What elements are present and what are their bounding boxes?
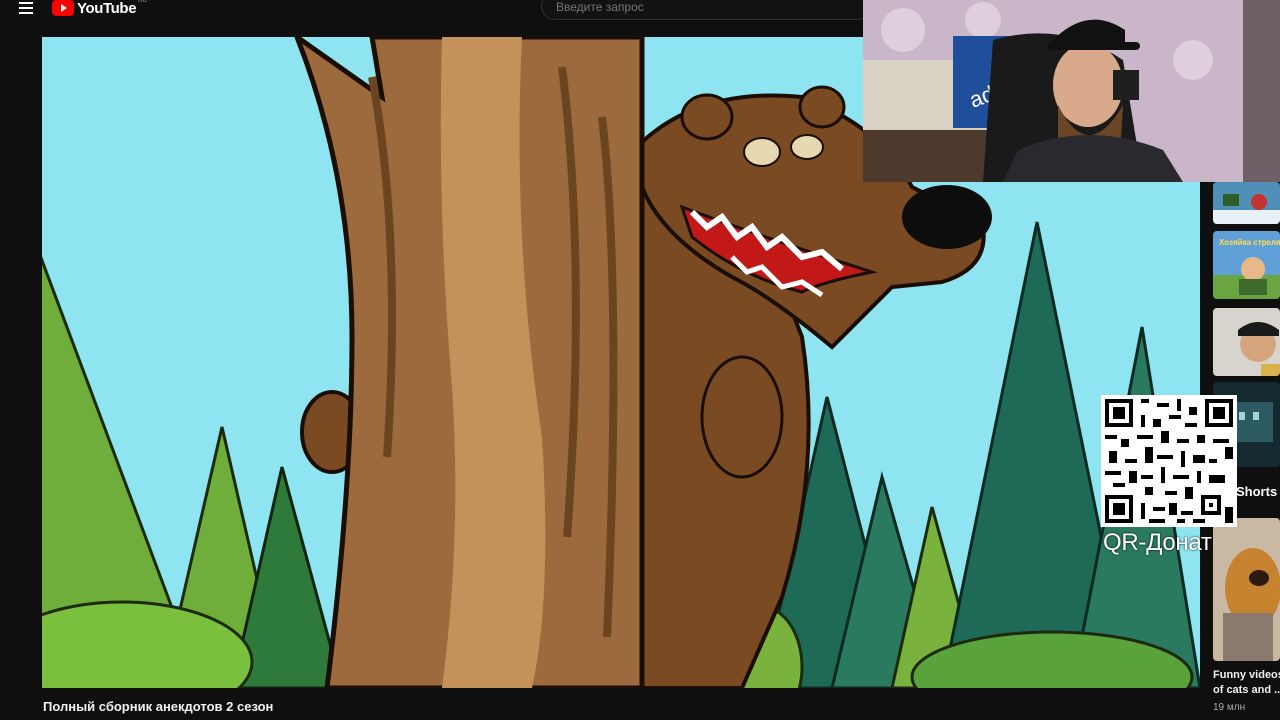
logo-region: RU [138, 0, 147, 4]
youtube-logo[interactable]: YouTube RU [52, 0, 147, 17]
shorts-thumb[interactable] [1213, 518, 1280, 661]
sidebar-thumb-2[interactable]: Хозяйка стреляет [1213, 231, 1280, 299]
qr-code [1101, 395, 1237, 527]
webcam-overlay: adidas [863, 0, 1280, 182]
search-input[interactable] [554, 0, 858, 15]
sidebar-thumb-3[interactable] [1213, 308, 1280, 376]
thumb-caption: Хозяйка стреляет [1219, 238, 1280, 247]
sidebar-title-line-1: Funny videos [1213, 669, 1280, 681]
sidebar-thumb-1[interactable] [1213, 182, 1280, 224]
search-box[interactable] [541, 0, 871, 20]
sidebar-title-line-2: of cats and ... [1213, 684, 1280, 696]
logo-text: YouTube [77, 0, 137, 17]
hamburger-menu-icon[interactable] [19, 1, 35, 15]
youtube-play-icon [52, 0, 74, 16]
sidebar-view-count: 19 млн [1213, 702, 1246, 713]
video-title[interactable]: Полный сборник анекдотов 2 сезон [43, 699, 273, 714]
sidebar-video-title[interactable]: Funny videos of cats and ... [1213, 668, 1280, 698]
qr-donate-label: QR-Донат [1103, 529, 1212, 556]
shorts-label[interactable]: Shorts [1236, 484, 1277, 499]
